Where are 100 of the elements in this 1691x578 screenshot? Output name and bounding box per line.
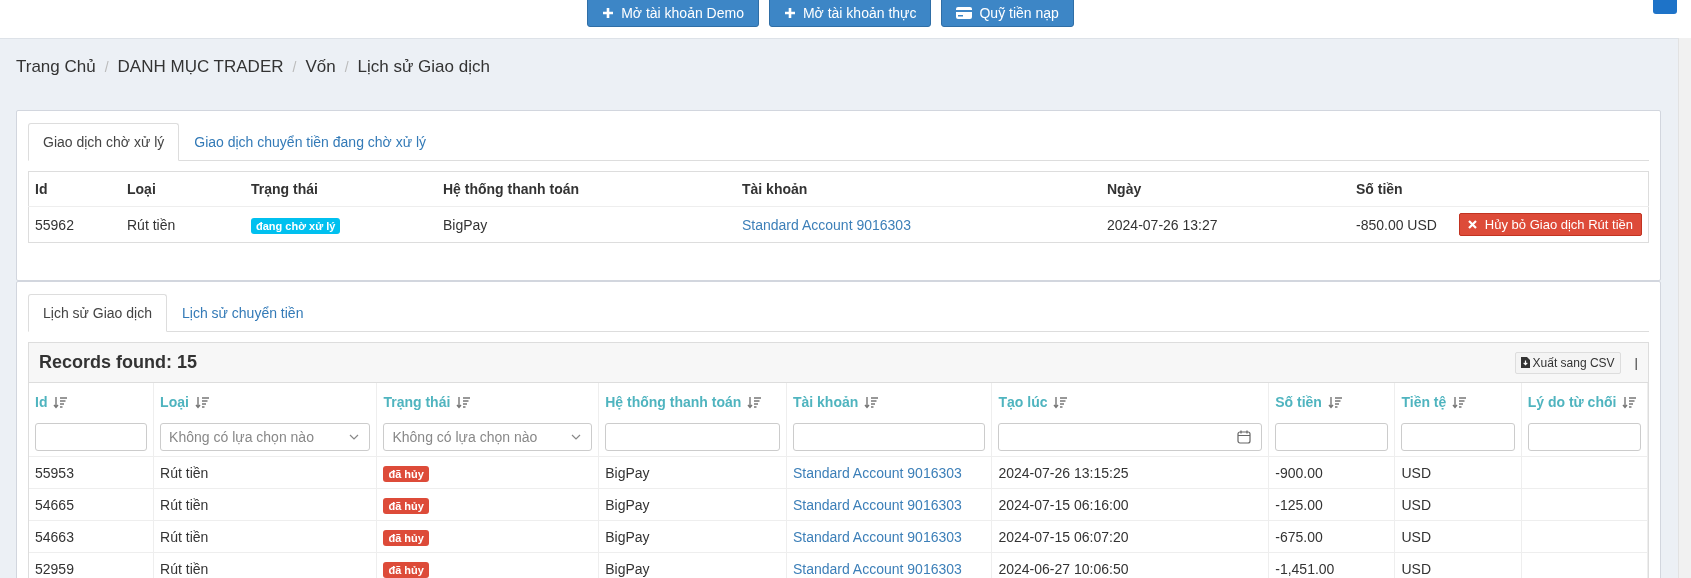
- plus-icon: [783, 6, 796, 19]
- table-cell: 2024-06-27 10:06:50: [991, 552, 1269, 578]
- top-button[interactable]: Mở tài khoản Demo: [587, 0, 759, 27]
- filter-input[interactable]: [35, 423, 148, 451]
- column-header[interactable]: Hệ thống thanh toán: [605, 394, 742, 410]
- filter-input[interactable]: [1275, 423, 1389, 451]
- chevron-down-icon: [571, 434, 582, 440]
- column-header[interactable]: Tiền tệ: [1401, 394, 1447, 410]
- column-header: Hệ thống thanh toán: [437, 171, 736, 207]
- table-cell: Rút tiền: [153, 552, 377, 578]
- table-cell: USD: [1394, 456, 1522, 489]
- column-header[interactable]: Loại: [160, 394, 189, 410]
- sort-icon[interactable]: [1053, 396, 1069, 409]
- table-cell: 54665: [29, 488, 154, 521]
- breadcrumb-separator: /: [104, 59, 109, 75]
- file-download-icon: [1520, 357, 1530, 368]
- table-cell: 55962: [28, 206, 121, 243]
- column-header[interactable]: Tài khoản: [792, 394, 859, 410]
- table-cell: -675.00: [1268, 520, 1395, 553]
- status-badge: đã hủy: [383, 529, 429, 546]
- breadcrumb-separator: /: [344, 59, 349, 75]
- table-cell: 2024-07-15 06:16:00: [991, 488, 1269, 521]
- status-badge: đã hủy: [383, 465, 429, 482]
- column-header[interactable]: Tạo lúc: [998, 394, 1048, 410]
- column-header: Id: [28, 171, 121, 207]
- column-header: Loại: [121, 171, 245, 207]
- filter-input[interactable]: [605, 423, 780, 451]
- table-cell: BigPay: [598, 520, 787, 553]
- table-cell: BigPay: [437, 206, 736, 243]
- calendar-icon: [1237, 430, 1252, 444]
- sort-icon[interactable]: [747, 396, 763, 409]
- account-link[interactable]: Standard Account 9016303: [792, 528, 962, 545]
- top-button[interactable]: Mở tài khoản thực: [768, 0, 932, 27]
- table-cell: 52959: [29, 552, 154, 578]
- tab[interactable]: Giao dịch chuyển tiền đang chờ xử lý: [179, 123, 442, 161]
- sort-icon[interactable]: [194, 396, 210, 409]
- table-cell: -850.00 USD: [1350, 206, 1447, 243]
- table-cell: Rút tiền: [121, 206, 245, 243]
- close-icon: [1467, 220, 1477, 229]
- column-header: Ngày: [1101, 171, 1350, 207]
- breadcrumb-item[interactable]: Trang Chủ: [16, 57, 96, 77]
- cancel-withdrawal-button[interactable]: Hủy bỏ Giao dịch Rút tiền: [1458, 213, 1642, 236]
- plus-icon: [602, 6, 615, 19]
- sort-icon[interactable]: [864, 396, 880, 409]
- column-header: Số tiền: [1350, 171, 1447, 207]
- tab[interactable]: Lịch sử chuyển tiền: [167, 294, 319, 332]
- status-badge: đang chờ xử lý: [251, 217, 341, 234]
- chevron-down-icon: [349, 434, 360, 440]
- status-badge: đã hủy: [383, 497, 429, 514]
- breadcrumb-item[interactable]: DANH MỤC TRADER: [117, 57, 284, 77]
- column-header[interactable]: Lý do từ chối: [1527, 394, 1617, 410]
- account-link[interactable]: Standard Account 9016303: [792, 464, 962, 481]
- table-cell: USD: [1394, 488, 1522, 521]
- export-csv-button[interactable]: Xuất sang CSV: [1514, 351, 1621, 374]
- status-badge: đã hủy: [383, 561, 429, 578]
- breadcrumb-item[interactable]: Vốn: [305, 57, 336, 77]
- breadcrumb-separator: /: [292, 59, 297, 75]
- toolbar-separator: |: [1634, 355, 1638, 370]
- top-button[interactable]: Quỹ tiền nạp: [941, 0, 1074, 27]
- table-cell: Rút tiền: [153, 456, 377, 489]
- sort-icon[interactable]: [1327, 396, 1343, 409]
- account-link[interactable]: Standard Account 9016303: [742, 216, 911, 233]
- table-cell: -1,451.00: [1268, 552, 1395, 578]
- table-cell: 2024-07-26 13:27: [1101, 206, 1350, 243]
- filter-input[interactable]: [1401, 423, 1515, 451]
- column-header: Trạng thái: [245, 171, 437, 207]
- table-cell: -125.00: [1268, 488, 1395, 521]
- table-cell: 54663: [29, 520, 154, 553]
- filter-dropdown[interactable]: Không có lựa chọn nào: [160, 423, 371, 451]
- sort-icon[interactable]: [456, 396, 472, 409]
- table-cell: 55953: [29, 456, 154, 489]
- table-cell: USD: [1394, 520, 1522, 553]
- tab[interactable]: Lịch sử Giao dịch: [28, 294, 167, 332]
- account-link[interactable]: Standard Account 9016303: [792, 496, 962, 513]
- column-header[interactable]: Trạng thái: [383, 394, 451, 410]
- table-cell: BigPay: [598, 552, 787, 578]
- date-filter-field[interactable]: [998, 423, 1263, 451]
- records-count: Records found: 15: [39, 352, 198, 373]
- column-header[interactable]: Id: [35, 394, 48, 410]
- tab[interactable]: Giao dịch chờ xử lý: [28, 123, 180, 161]
- scrollbar[interactable]: [1678, 38, 1691, 578]
- account-link[interactable]: Standard Account 9016303: [792, 560, 962, 577]
- column-header[interactable]: Số tiền: [1275, 394, 1322, 410]
- table-cell: USD: [1394, 552, 1522, 578]
- table-cell: Rút tiền: [153, 488, 377, 521]
- sort-icon[interactable]: [53, 396, 69, 409]
- table-cell: BigPay: [598, 488, 787, 521]
- breadcrumb-item[interactable]: Lịch sử Giao dịch: [357, 57, 490, 77]
- table-cell: 2024-07-15 06:07:20: [991, 520, 1269, 553]
- table-cell: Rút tiền: [153, 520, 377, 553]
- table-cell: 2024-07-26 13:15:25: [991, 456, 1269, 489]
- filter-input[interactable]: [1527, 423, 1641, 451]
- sort-icon[interactable]: [1622, 396, 1638, 409]
- filter-dropdown[interactable]: Không có lựa chọn nào: [383, 423, 593, 451]
- table-cell: -900.00: [1268, 456, 1395, 489]
- filter-input[interactable]: [792, 423, 986, 451]
- sort-icon[interactable]: [1452, 396, 1468, 409]
- column-header: Tài khoản: [736, 171, 1101, 207]
- table-cell: BigPay: [598, 456, 787, 489]
- credit-card-icon: [956, 6, 973, 19]
